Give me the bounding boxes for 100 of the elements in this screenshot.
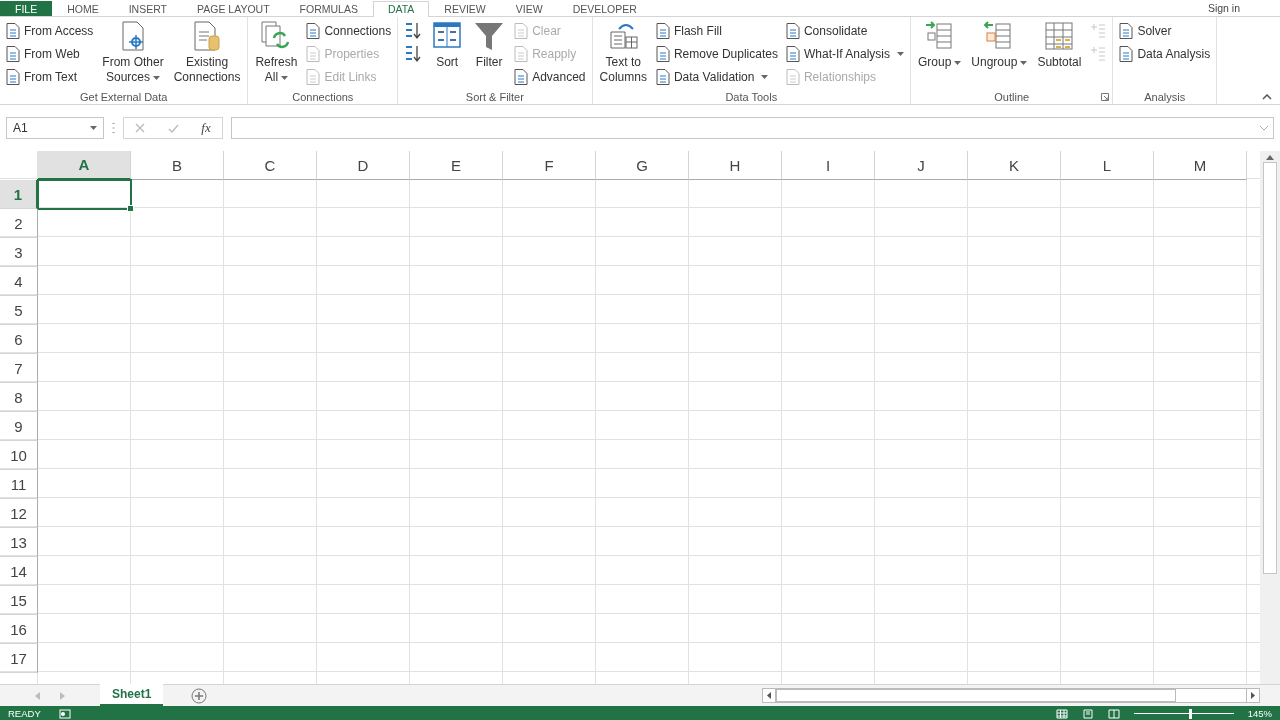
column-header[interactable]: F xyxy=(503,151,596,180)
ribbon-tab[interactable]: PAGE LAYOUT xyxy=(182,1,285,16)
row-header[interactable]: 15 xyxy=(0,586,38,615)
ribbon-tab[interactable]: REVIEW xyxy=(429,1,501,16)
row-header[interactable]: 6 xyxy=(0,325,38,354)
ribbon-button[interactable]: From Access xyxy=(4,20,96,41)
document-icon xyxy=(6,22,20,39)
column-header[interactable]: B xyxy=(131,151,224,180)
document-icon xyxy=(514,45,529,62)
document-icon xyxy=(6,68,20,85)
ribbon-button[interactable]: Remove Duplicates xyxy=(653,43,780,64)
sort-arrow-icon xyxy=(404,43,423,64)
checkmark-icon[interactable] xyxy=(167,123,179,133)
row-header[interactable]: 1 xyxy=(0,180,38,209)
ribbon-button[interactable]: Advanced xyxy=(512,66,588,87)
ribbon-button[interactable]: Flash Fill xyxy=(653,20,780,41)
column-header[interactable]: L xyxy=(1061,151,1154,180)
ribbon-button[interactable]: From Other Sources xyxy=(99,20,167,90)
row-header[interactable]: 10 xyxy=(0,441,38,470)
ribbon-button[interactable]: Text to Columns xyxy=(596,20,650,90)
row-header[interactable]: 7 xyxy=(0,354,38,383)
row-header[interactable]: 17 xyxy=(0,644,38,673)
ribbon-tab[interactable]: INSERT xyxy=(113,1,182,16)
ribbon-button[interactable]: Group xyxy=(915,20,965,90)
ribbon-button[interactable]: What-If Analysis xyxy=(783,43,906,64)
insert-function-button[interactable]: fx xyxy=(201,120,211,136)
document-icon xyxy=(655,45,670,62)
row-header[interactable]: 5 xyxy=(0,296,38,325)
zoom-slider-thumb[interactable] xyxy=(1188,708,1192,719)
row-header[interactable]: 12 xyxy=(0,499,38,528)
worksheet-grid[interactable]: A B C D E F G H I J K L M 1 2 3 4 5 6 7 8 9 10 11 12 13 14 15 16 17 xyxy=(0,151,1260,684)
subtotal-icon xyxy=(1043,20,1076,52)
drag-handle-icon[interactable] xyxy=(112,122,115,134)
normal-view-icon[interactable] xyxy=(1055,708,1068,719)
ribbon-tab[interactable]: FORMULAS xyxy=(284,1,373,16)
document-icon xyxy=(306,68,321,85)
dropdown-caret-icon[interactable] xyxy=(90,126,97,130)
scrollbar-thumb[interactable] xyxy=(776,689,1176,702)
page-break-icon[interactable] xyxy=(1107,708,1120,719)
formula-input[interactable] xyxy=(231,117,1274,139)
group-label: Sort & Filter xyxy=(465,90,524,104)
document-icon xyxy=(6,45,20,62)
scroll-up-icon[interactable] xyxy=(1266,155,1274,160)
expand-icon[interactable] xyxy=(1259,125,1269,131)
ribbon-button[interactable]: Filter xyxy=(470,20,509,90)
group-label: Get External Data xyxy=(80,90,168,104)
status-mode: READY xyxy=(8,708,41,719)
ribbon-tab[interactable]: HOME xyxy=(52,1,114,16)
column-header[interactable]: K xyxy=(968,151,1061,180)
left-arrow-icon xyxy=(767,692,771,699)
ribbon-button[interactable]: Sort xyxy=(428,20,467,90)
collapse-ribbon-icon[interactable] xyxy=(1262,94,1272,100)
ribbon-button[interactable]: Ungroup xyxy=(968,20,1031,90)
ribbon-button[interactable]: Consolidate xyxy=(783,20,906,41)
ribbon-tab[interactable]: DEVELOPER xyxy=(557,1,652,16)
ribbon-button[interactable]: Connections xyxy=(304,20,394,41)
row-header[interactable]: 8 xyxy=(0,383,38,412)
ribbon-button[interactable]: Data Validation xyxy=(653,66,780,87)
column-header[interactable]: A xyxy=(38,151,131,180)
sign-in-link[interactable]: Sign in xyxy=(1207,2,1240,14)
ribbon-button[interactable]: From Web xyxy=(4,43,96,64)
ribbon-button[interactable]: From Text xyxy=(4,66,96,87)
ribbon-button[interactable]: Data Analysis xyxy=(1117,43,1213,64)
ribbon-tab[interactable]: FILE xyxy=(0,1,53,16)
outline-rows-icon xyxy=(1090,22,1107,39)
ribbon-button[interactable]: Solver xyxy=(1117,20,1213,41)
sheet-tab[interactable]: Sheet1 xyxy=(100,684,164,706)
page-layout-icon[interactable] xyxy=(1081,708,1094,719)
row-header[interactable]: 4 xyxy=(0,267,38,296)
column-header[interactable]: D xyxy=(317,151,410,180)
ribbon-tab[interactable]: VIEW xyxy=(500,1,558,16)
row-header[interactable]: 11 xyxy=(0,470,38,499)
zoom-level[interactable]: 145% xyxy=(1247,708,1272,719)
document-icon xyxy=(1119,22,1134,39)
column-header[interactable]: J xyxy=(875,151,968,180)
ribbon-tab[interactable]: DATA xyxy=(372,1,430,17)
macro-record-icon[interactable] xyxy=(58,708,71,719)
ribbon-button[interactable]: Existing Connections xyxy=(170,20,244,90)
scroll-right-button[interactable] xyxy=(1246,688,1260,703)
row-header[interactable]: 13 xyxy=(0,528,38,557)
row-header[interactable]: 16 xyxy=(0,615,38,644)
column-header[interactable]: I xyxy=(782,151,875,180)
row-header[interactable]: 3 xyxy=(0,238,38,267)
dialog-launcher-icon[interactable] xyxy=(1101,93,1110,101)
document-icon xyxy=(785,45,800,62)
column-header[interactable]: H xyxy=(689,151,782,180)
scroll-left-button[interactable] xyxy=(762,688,776,703)
name-box[interactable]: A1 xyxy=(6,117,104,139)
document-icon xyxy=(514,68,529,85)
ribbon-button[interactable]: Refresh All xyxy=(252,20,301,90)
row-header[interactable]: 2 xyxy=(0,209,38,238)
scrollbar-thumb[interactable] xyxy=(1263,162,1277,574)
row-header[interactable]: 9 xyxy=(0,412,38,441)
ribbon-button[interactable]: Subtotal xyxy=(1034,20,1085,90)
column-header[interactable]: M xyxy=(1154,151,1247,180)
add-sheet-icon[interactable] xyxy=(191,687,208,704)
column-header[interactable]: C xyxy=(224,151,317,180)
column-header[interactable]: E xyxy=(410,151,503,180)
column-header[interactable]: G xyxy=(596,151,689,180)
row-header[interactable]: 14 xyxy=(0,557,38,586)
